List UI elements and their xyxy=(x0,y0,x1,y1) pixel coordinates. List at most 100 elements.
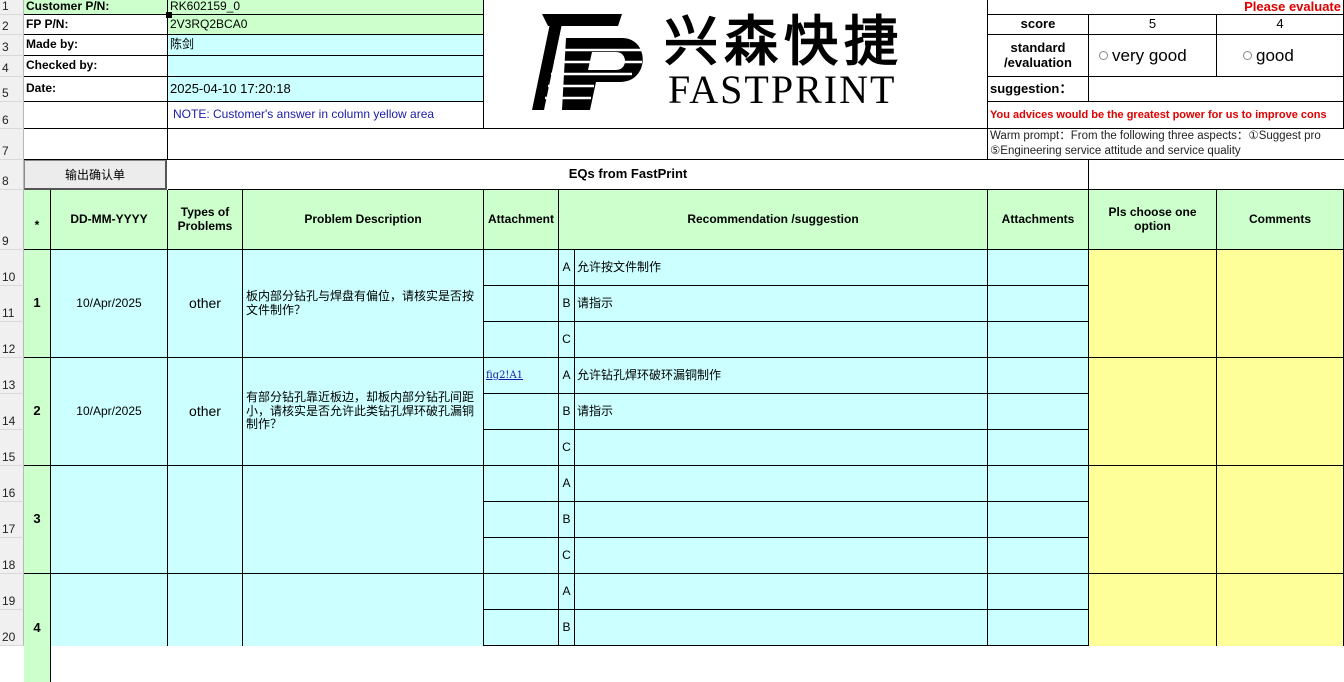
eq-description[interactable]: 板内部分钻孔与焊盘有偏位，请核实是否按文件制作？ xyxy=(243,250,484,358)
eq-attachment[interactable] xyxy=(484,538,559,574)
choose-option-cell[interactable] xyxy=(1089,574,1217,646)
option-letter: B xyxy=(559,610,575,646)
row-number[interactable]: 11 xyxy=(0,286,24,322)
eq-date[interactable] xyxy=(51,466,168,574)
row-number[interactable]: 2 xyxy=(0,15,24,35)
comments-cell[interactable] xyxy=(1217,574,1344,646)
eq-attachment[interactable] xyxy=(484,322,559,358)
eq-type[interactable] xyxy=(168,466,243,574)
comments-cell[interactable] xyxy=(1217,466,1344,574)
row-number[interactable]: 10 xyxy=(0,250,24,286)
option-text[interactable] xyxy=(575,502,988,538)
made-by-value[interactable]: 陈剑 xyxy=(168,35,484,56)
eq-type[interactable]: other xyxy=(168,358,243,466)
row-number[interactable]: 4 xyxy=(0,56,24,77)
eq-description[interactable] xyxy=(243,466,484,574)
checked-by-value[interactable] xyxy=(168,56,484,77)
row-number[interactable]: 14 xyxy=(0,394,24,430)
eq-attachment[interactable] xyxy=(484,286,559,322)
eq-type[interactable]: other xyxy=(168,250,243,358)
option-text[interactable] xyxy=(575,610,988,646)
eq-description[interactable]: 有部分钻孔靠近板边，却板内部分钻孔间距小，请核实是否允许此类钻孔焊环破孔漏铜制作… xyxy=(243,358,484,466)
header-date: DD-MM-YYYY xyxy=(51,190,168,250)
eq-attachments-cell[interactable] xyxy=(988,466,1089,502)
option-text[interactable] xyxy=(575,466,988,502)
eq-attachments-cell[interactable] xyxy=(988,250,1089,286)
radio-icon[interactable] xyxy=(1099,51,1108,60)
option-text[interactable]: 请指示 xyxy=(575,286,988,322)
header-attachments: Attachments xyxy=(988,190,1089,250)
cell-cursor-handle[interactable] xyxy=(166,12,172,18)
option-text[interactable]: 请指示 xyxy=(575,394,988,430)
eq-attachment[interactable] xyxy=(484,250,559,286)
eq-attachment[interactable] xyxy=(484,502,559,538)
eq-attachments-cell[interactable] xyxy=(988,502,1089,538)
eq-attachments-cell[interactable] xyxy=(988,358,1089,394)
option-text[interactable] xyxy=(575,538,988,574)
row-number[interactable]: 19 xyxy=(0,574,24,610)
eq-attachments-cell[interactable] xyxy=(988,610,1089,646)
row-number[interactable]: 5 xyxy=(0,77,24,102)
row-number[interactable]: 6 xyxy=(0,102,24,129)
row-number[interactable]: 9 xyxy=(0,190,24,250)
eq-type[interactable] xyxy=(168,574,243,646)
eq-attachments-cell[interactable] xyxy=(988,430,1089,466)
row-number[interactable]: 7 xyxy=(0,129,24,160)
row-number[interactable]: 8 xyxy=(0,160,24,190)
eq-date[interactable]: 10/Apr/2025 xyxy=(51,250,168,358)
fp-pn-value[interactable]: 2V3RQ2BCA0 xyxy=(168,15,484,35)
eq-attachments-cell[interactable] xyxy=(988,286,1089,322)
eq-attachments-cell[interactable] xyxy=(988,538,1089,574)
suggestion-label: suggestion： xyxy=(988,77,1089,102)
suggestion-input[interactable] xyxy=(1089,77,1344,102)
eq-attachments-cell[interactable] xyxy=(988,322,1089,358)
option-letter: A xyxy=(559,250,575,286)
choose-option-cell[interactable] xyxy=(1089,250,1217,358)
eq-date[interactable]: 10/Apr/2025 xyxy=(51,358,168,466)
eq-attachment-cell[interactable]: fig2!A1 xyxy=(484,358,559,394)
option-text[interactable] xyxy=(575,430,988,466)
header-star: * xyxy=(24,190,51,250)
row-number[interactable]: 15 xyxy=(0,430,24,466)
checked-by-label: Checked by: xyxy=(24,56,168,77)
row-number[interactable]: 16 xyxy=(0,466,24,502)
good-label: good xyxy=(1256,45,1294,65)
row-number[interactable]: 1 xyxy=(0,0,24,15)
date-value[interactable]: 2025-04-10 17:20:18 xyxy=(168,77,484,102)
blank-cell[interactable] xyxy=(24,129,168,160)
good-radio[interactable]: good xyxy=(1217,35,1344,77)
output-confirmation-button[interactable]: 输出确认单 xyxy=(24,160,167,190)
eqs-title: EQs from FastPrint xyxy=(168,160,1089,190)
row-number[interactable]: 13 xyxy=(0,358,24,394)
row-number[interactable]: 20 xyxy=(0,610,24,646)
eq-description[interactable] xyxy=(243,574,484,646)
choose-option-cell[interactable] xyxy=(1089,358,1217,466)
option-text[interactable] xyxy=(575,322,988,358)
eq-attachments-cell[interactable] xyxy=(988,574,1089,610)
customer-pn-value[interactable]: RK602159_0 xyxy=(168,0,484,15)
option-text[interactable]: 允许钻孔焊环破环漏铜制作 xyxy=(575,358,988,394)
eq-attachment[interactable] xyxy=(484,574,559,610)
very-good-radio[interactable]: very good xyxy=(1089,35,1217,77)
comments-cell[interactable] xyxy=(1217,358,1344,466)
blank-cell[interactable] xyxy=(1089,160,1344,190)
radio-icon[interactable] xyxy=(1243,51,1252,60)
option-text[interactable]: 允许按文件制作 xyxy=(575,250,988,286)
eq-attachments-cell[interactable] xyxy=(988,394,1089,430)
blank-cell[interactable] xyxy=(168,129,988,160)
blank-cell[interactable] xyxy=(24,102,168,129)
eq-attachment[interactable] xyxy=(484,394,559,430)
comments-cell[interactable] xyxy=(1217,250,1344,358)
row-number[interactable]: 3 xyxy=(0,35,24,56)
row-number[interactable]: 12 xyxy=(0,322,24,358)
eq-attachment[interactable] xyxy=(484,466,559,502)
option-letter: C xyxy=(559,322,575,358)
eq-attachment[interactable] xyxy=(484,610,559,646)
eq-date[interactable] xyxy=(51,574,168,646)
attachment-link[interactable]: fig2!A1 xyxy=(486,370,523,381)
option-text[interactable] xyxy=(575,574,988,610)
choose-option-cell[interactable] xyxy=(1089,466,1217,574)
row-number[interactable]: 17 xyxy=(0,502,24,538)
row-number[interactable]: 18 xyxy=(0,538,24,574)
eq-attachment[interactable] xyxy=(484,430,559,466)
